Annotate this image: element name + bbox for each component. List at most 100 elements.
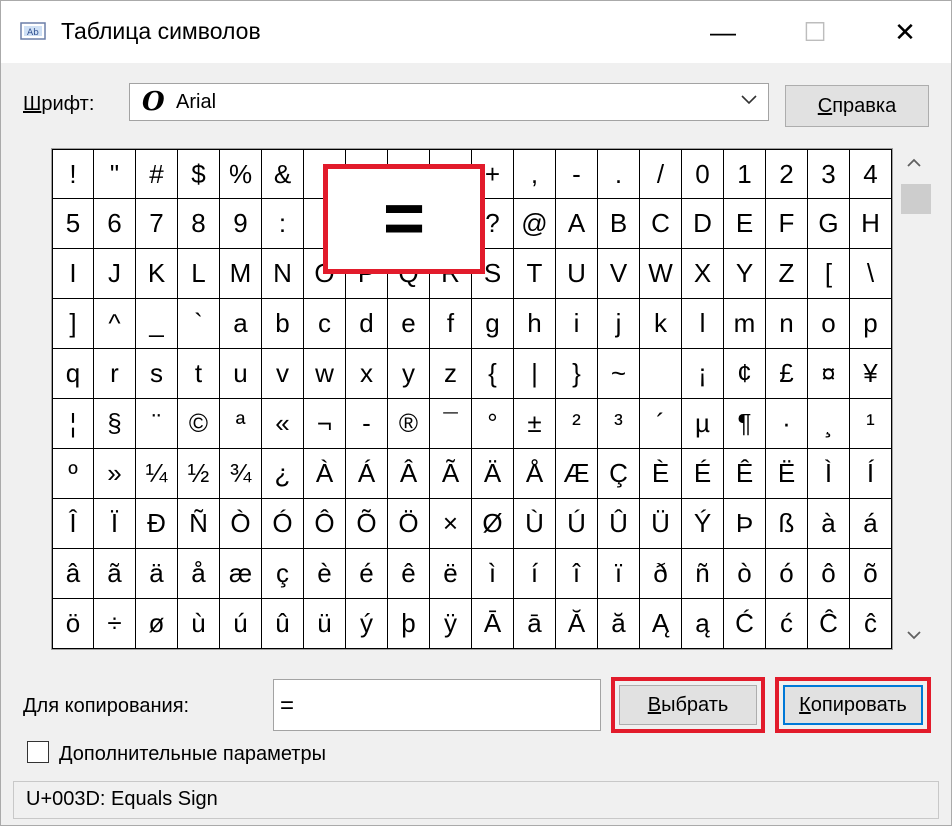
char-cell[interactable]: ]: [52, 299, 94, 349]
char-cell[interactable]: û: [262, 599, 304, 649]
char-cell[interactable]: /: [640, 149, 682, 199]
char-cell[interactable]: ó: [766, 549, 808, 599]
char-cell[interactable]: É: [682, 449, 724, 499]
char-cell[interactable]: ą: [682, 599, 724, 649]
char-cell[interactable]: ¦: [52, 399, 94, 449]
char-cell[interactable]: Ë: [766, 449, 808, 499]
char-cell[interactable]: K: [136, 249, 178, 299]
char-cell[interactable]: Ã: [430, 449, 472, 499]
char-cell[interactable]: Ô: [304, 499, 346, 549]
char-cell[interactable]: ·: [766, 399, 808, 449]
char-cell[interactable]: â: [52, 549, 94, 599]
char-cell[interactable]: í: [514, 549, 556, 599]
char-cell[interactable]: }: [556, 349, 598, 399]
char-cell[interactable]: ï: [598, 549, 640, 599]
char-cell[interactable]: ê: [388, 549, 430, 599]
char-cell[interactable]: ā: [514, 599, 556, 649]
char-cell[interactable]: å: [178, 549, 220, 599]
char-cell[interactable]: a: [220, 299, 262, 349]
copy-button[interactable]: Копировать: [783, 685, 923, 725]
char-cell[interactable]: ,: [514, 149, 556, 199]
char-cell[interactable]: ½: [178, 449, 220, 499]
char-cell[interactable]: ò: [724, 549, 766, 599]
char-cell[interactable]: î: [556, 549, 598, 599]
char-cell[interactable]: á: [850, 499, 892, 549]
char-cell[interactable]: Ò: [220, 499, 262, 549]
char-cell[interactable]: _: [136, 299, 178, 349]
char-cell[interactable]: Ć: [724, 599, 766, 649]
char-cell[interactable]: Â: [388, 449, 430, 499]
char-cell[interactable]: ß: [766, 499, 808, 549]
char-cell[interactable]: ð: [640, 549, 682, 599]
char-cell[interactable]: ì: [472, 549, 514, 599]
char-cell[interactable]: Ă: [556, 599, 598, 649]
char-cell[interactable]: Ü: [640, 499, 682, 549]
char-cell[interactable]: ©: [178, 399, 220, 449]
char-cell[interactable]: `: [178, 299, 220, 349]
char-cell[interactable]: Ê: [724, 449, 766, 499]
char-cell[interactable]: ®: [388, 399, 430, 449]
char-cell[interactable]: V: [598, 249, 640, 299]
char-cell[interactable]: x: [346, 349, 388, 399]
char-cell[interactable]: [640, 349, 682, 399]
char-cell[interactable]: s: [136, 349, 178, 399]
maximize-button[interactable]: ☐: [769, 1, 861, 63]
char-cell[interactable]: ×: [430, 499, 472, 549]
char-cell[interactable]: ¡: [682, 349, 724, 399]
char-cell[interactable]: Ú: [556, 499, 598, 549]
char-cell[interactable]: ú: [220, 599, 262, 649]
char-cell[interactable]: è: [304, 549, 346, 599]
advanced-view-checkbox[interactable]: [27, 741, 49, 763]
char-cell[interactable]: \: [850, 249, 892, 299]
char-cell[interactable]: Ï: [94, 499, 136, 549]
char-cell[interactable]: ä: [136, 549, 178, 599]
char-cell[interactable]: ¥: [850, 349, 892, 399]
char-cell[interactable]: {: [472, 349, 514, 399]
char-cell[interactable]: g: [472, 299, 514, 349]
char-cell[interactable]: ª: [220, 399, 262, 449]
char-cell[interactable]: m: [724, 299, 766, 349]
char-cell[interactable]: ±: [514, 399, 556, 449]
char-cell[interactable]: »: [94, 449, 136, 499]
char-cell[interactable]: H: [850, 199, 892, 249]
char-cell[interactable]: :: [262, 199, 304, 249]
char-cell[interactable]: þ: [388, 599, 430, 649]
char-cell[interactable]: C: [640, 199, 682, 249]
font-dropdown[interactable]: O Arial: [129, 83, 769, 121]
char-cell[interactable]: æ: [220, 549, 262, 599]
char-cell[interactable]: £: [766, 349, 808, 399]
char-cell[interactable]: Ø: [472, 499, 514, 549]
char-cell[interactable]: .: [598, 149, 640, 199]
char-cell[interactable]: 6: [94, 199, 136, 249]
char-cell[interactable]: ĉ: [850, 599, 892, 649]
char-cell[interactable]: v: [262, 349, 304, 399]
close-button[interactable]: ✕: [859, 1, 951, 63]
char-cell[interactable]: ¯: [430, 399, 472, 449]
char-cell[interactable]: ü: [304, 599, 346, 649]
char-cell[interactable]: ă: [598, 599, 640, 649]
char-cell[interactable]: %: [220, 149, 262, 199]
char-cell[interactable]: ø: [136, 599, 178, 649]
char-cell[interactable]: 7: [136, 199, 178, 249]
scroll-thumb[interactable]: [901, 184, 931, 214]
char-cell[interactable]: Ñ: [178, 499, 220, 549]
char-cell[interactable]: 0: [682, 149, 724, 199]
char-cell[interactable]: Æ: [556, 449, 598, 499]
char-cell[interactable]: µ: [682, 399, 724, 449]
char-cell[interactable]: ~: [598, 349, 640, 399]
char-cell[interactable]: §: [94, 399, 136, 449]
char-cell[interactable]: ¬: [304, 399, 346, 449]
grid-scrollbar[interactable]: [897, 148, 931, 650]
char-cell[interactable]: ³: [598, 399, 640, 449]
scroll-up-button[interactable]: [897, 148, 931, 178]
char-cell[interactable]: ": [94, 149, 136, 199]
char-cell[interactable]: 3: [808, 149, 850, 199]
char-cell[interactable]: Ĉ: [808, 599, 850, 649]
char-cell[interactable]: Y: [724, 249, 766, 299]
char-cell[interactable]: o: [808, 299, 850, 349]
char-cell[interactable]: õ: [850, 549, 892, 599]
char-cell[interactable]: Z: [766, 249, 808, 299]
char-cell[interactable]: J: [94, 249, 136, 299]
char-cell[interactable]: 8: [178, 199, 220, 249]
char-cell[interactable]: Î: [52, 499, 94, 549]
